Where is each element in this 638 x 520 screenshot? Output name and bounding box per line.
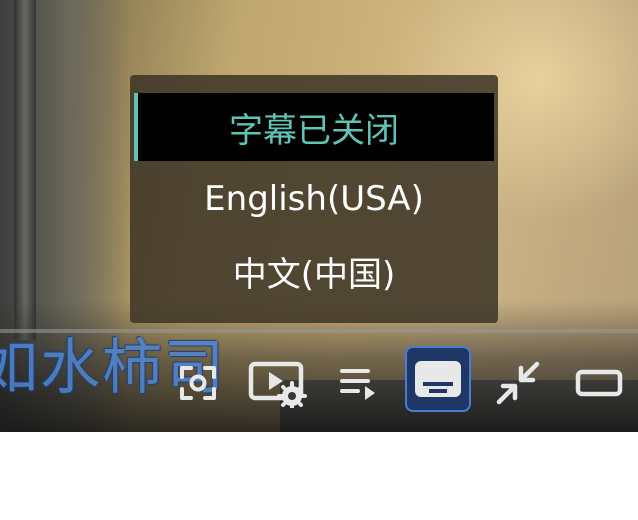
theater-mode-button[interactable] [568,350,630,416]
exit-fullscreen-button[interactable] [487,350,549,416]
exit-fullscreen-icon [496,361,540,405]
subtitle-option-off[interactable]: 字幕已关闭 [134,93,494,161]
video-background-pole [14,0,36,340]
subtitle-option-label: 字幕已关闭 [229,110,399,151]
screenshot-button[interactable] [167,350,229,416]
subtitles-button[interactable] [405,346,471,412]
playback-settings-icon [248,361,307,408]
subtitle-option-chinese[interactable]: 中文(中国) [130,237,498,305]
subtitle-option-label: 中文(中国) [232,254,396,295]
subtitles-menu: 字幕已关闭 English(USA) 中文(中国) [130,75,498,323]
progress-bar[interactable] [0,329,638,333]
theater-mode-icon [575,369,623,397]
player-controls [0,340,638,428]
playlist-icon [340,369,375,400]
subtitle-option-english[interactable]: English(USA) [130,165,498,233]
playlist-button[interactable] [326,350,388,416]
video-player[interactable]: 如水柿司 字幕已关闭 English(USA) 中文(中国) [0,0,638,432]
subtitles-icon [415,361,461,397]
playback-settings-button[interactable] [246,350,308,416]
subtitle-option-label: English(USA) [204,179,424,219]
screenshot-icon [180,366,216,400]
